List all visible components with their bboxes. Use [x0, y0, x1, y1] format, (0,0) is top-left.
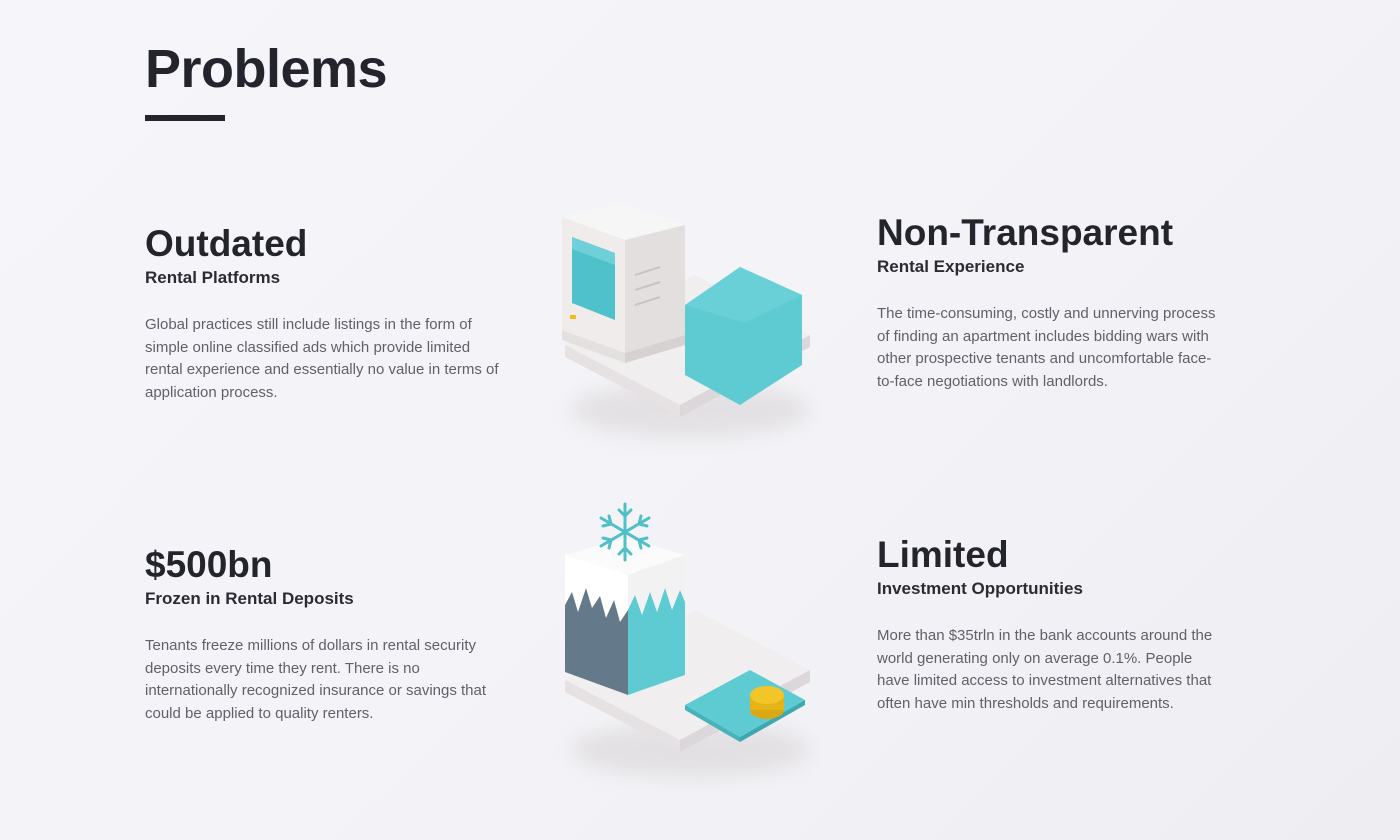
problem-subheading: Frozen in Rental Deposits — [145, 589, 354, 608]
problem-heading: Limited — [877, 534, 1009, 575]
problem-frozen-deposits: $500bn Frozen in Rental Deposits Tenants… — [145, 546, 505, 725]
title-underline — [145, 115, 225, 121]
problem-description: Tenants freeze millions of dollars in re… — [145, 637, 487, 722]
coin-icon — [750, 686, 784, 719]
problem-non-transparent: Non-Transparent Rental Experience The ti… — [877, 214, 1222, 393]
problem-subheading: Investment Opportunities — [877, 579, 1083, 598]
problem-description: The time-consuming, costly and unnerving… — [877, 305, 1216, 390]
problem-description: Global practices still include listings … — [145, 316, 499, 401]
frozen-deposit-illustration — [565, 502, 810, 778]
problem-limited-investment: Limited Investment Opportunities More th… — [877, 536, 1222, 715]
problem-heading: Non-Transparent — [877, 212, 1174, 253]
page-title: Problems — [145, 39, 388, 99]
problem-subheading: Rental Experience — [877, 257, 1025, 276]
computer-hexagon-illustration — [562, 203, 810, 438]
problem-heading: $500bn — [145, 544, 273, 585]
problem-outdated: Outdated Rental Platforms Global practic… — [145, 225, 505, 404]
problem-subheading: Rental Platforms — [145, 268, 281, 287]
problem-heading: Outdated — [145, 223, 308, 264]
computer-icon — [562, 203, 685, 363]
ice-block-icon — [565, 538, 685, 695]
problem-description: More than $35trln in the bank accounts a… — [877, 627, 1213, 712]
